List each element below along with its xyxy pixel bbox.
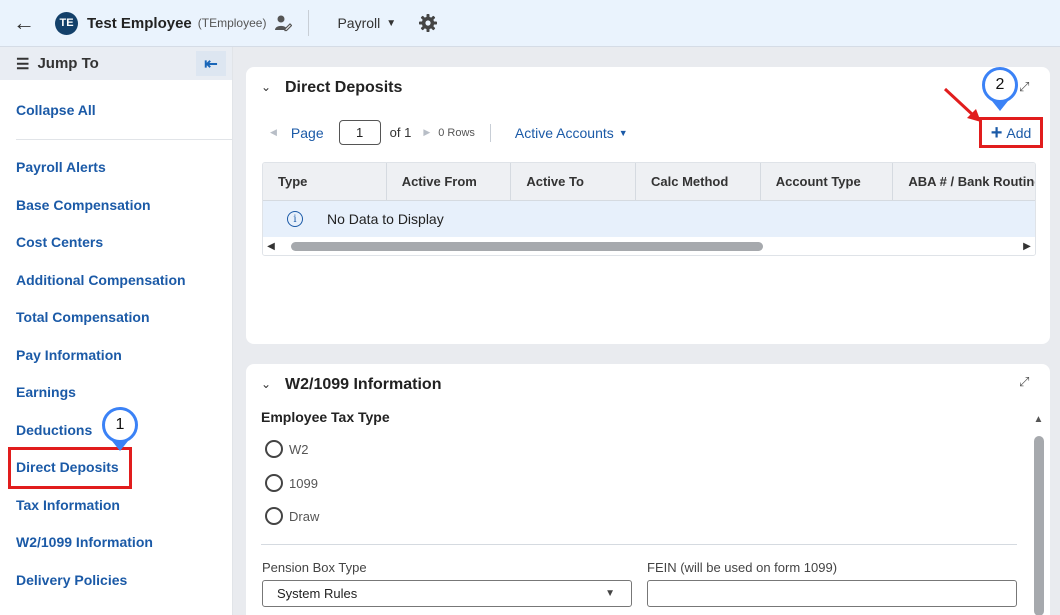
payroll-menu[interactable]: Payroll ▼ xyxy=(337,15,396,31)
payroll-menu-label: Payroll xyxy=(337,15,381,31)
scroll-up-icon[interactable]: ▲ xyxy=(1031,414,1046,425)
jump-to-label: Jump To xyxy=(37,55,99,72)
callout-pointer xyxy=(112,441,128,451)
sidebar-item-pay-information[interactable]: Pay Information xyxy=(16,347,122,363)
sidebar-item-additional-compensation[interactable]: Additional Compensation xyxy=(16,272,186,288)
radio-circle[interactable] xyxy=(265,507,283,525)
page-input[interactable]: 1 xyxy=(338,120,381,145)
fein-label: FEIN (will be used on form 1099) xyxy=(647,560,838,575)
pager-divider xyxy=(489,123,491,142)
w2-1099-card: ⌄ W2/1099 Information ⤢ Employee Tax Typ… xyxy=(246,364,1050,615)
w2-1099-title: W2/1099 Information xyxy=(285,376,442,393)
radio-draw[interactable]: Draw xyxy=(265,507,319,525)
expand-icon[interactable]: ⤢ xyxy=(1019,79,1029,95)
chevron-down-icon: ▼ xyxy=(386,17,397,29)
avatar[interactable]: TE xyxy=(55,11,78,35)
jump-to-header: ☰ Jump To ⇤ xyxy=(0,47,232,80)
info-icon: i xyxy=(287,211,303,227)
sidebar-item-w2-1099-information[interactable]: W2/1099 Information xyxy=(16,534,153,550)
callout-step-1: 1 xyxy=(102,407,138,443)
highlight-direct-deposits xyxy=(8,447,132,489)
column-header-aba-routing[interactable]: ABA # / Bank Routing xyxy=(893,163,1035,200)
sidebar-item-payroll-alerts[interactable]: Payroll Alerts xyxy=(16,159,106,175)
chevron-down-icon[interactable]: ⌄ xyxy=(261,377,271,391)
column-header-type[interactable]: Type xyxy=(263,163,387,200)
sidebar-divider xyxy=(16,139,232,140)
radio-label: 1099 xyxy=(289,475,318,491)
expand-icon[interactable]: ⤢ xyxy=(1019,374,1029,390)
radio-circle[interactable] xyxy=(265,440,283,458)
back-arrow-icon[interactable]: ← xyxy=(0,10,48,36)
column-header-active-from[interactable]: Active From xyxy=(387,163,512,200)
pension-box-type-value: System Rules xyxy=(277,586,358,601)
section-divider xyxy=(261,544,1017,545)
employee-username: (TEmployee) xyxy=(197,16,267,30)
active-accounts-filter[interactable]: Active Accounts ▼ xyxy=(515,125,628,141)
direct-deposits-title: Direct Deposits xyxy=(285,79,403,96)
radio-label: Draw xyxy=(289,508,320,524)
empty-row: i No Data to Display xyxy=(263,201,1035,237)
employee-tax-type-label: Employee Tax Type xyxy=(261,409,390,425)
user-edit-icon[interactable] xyxy=(274,14,293,32)
callout-pointer xyxy=(992,101,1008,111)
fein-input[interactable] xyxy=(647,580,1017,607)
collapse-all-link[interactable]: Collapse All xyxy=(16,102,96,118)
sidebar-item-deductions[interactable]: Deductions xyxy=(16,422,92,438)
scrollbar-thumb[interactable] xyxy=(1034,436,1044,615)
sidebar-item-delivery-policies[interactable]: Delivery Policies xyxy=(16,572,127,588)
column-header-account-type[interactable]: Account Type xyxy=(761,163,894,200)
radio-circle[interactable] xyxy=(265,474,283,492)
radio-label: W2 xyxy=(289,441,309,457)
radio-1099[interactable]: 1099 xyxy=(265,474,318,492)
radio-w2[interactable]: W2 xyxy=(265,440,309,458)
vertical-scrollbar[interactable]: ▲ xyxy=(1031,414,1046,615)
add-label: Add xyxy=(1006,124,1032,141)
sidebar-item-cost-centers[interactable]: Cost Centers xyxy=(16,234,103,250)
column-header-calc-method[interactable]: Calc Method xyxy=(636,163,761,200)
page-count: of 1 xyxy=(389,125,412,140)
sidebar-item-base-compensation[interactable]: Base Compensation xyxy=(16,197,151,213)
employee-name: Test Employee xyxy=(87,14,192,32)
top-bar: ← TE Test Employee (TEmployee) Payroll ▼ xyxy=(0,0,1060,47)
filter-label: Active Accounts xyxy=(514,124,614,141)
scrollbar-track[interactable] xyxy=(279,240,1019,252)
grid-header: Type Active From Active To Calc Method A… xyxy=(263,163,1035,201)
row-count: 0 Rows xyxy=(438,126,475,139)
sort-list-icon: ☰ xyxy=(16,55,30,73)
sidebar-item-tax-information[interactable]: Tax Information xyxy=(16,497,120,513)
scrollbar-thumb[interactable] xyxy=(291,242,763,251)
pension-box-type-label: Pension Box Type xyxy=(262,560,367,575)
chevron-down-icon: ▼ xyxy=(618,127,628,138)
header-divider xyxy=(308,10,310,36)
chevron-down-icon[interactable]: ⌄ xyxy=(261,80,271,94)
prev-page-icon[interactable]: ◀ xyxy=(270,127,277,138)
direct-deposits-card: ⌄ Direct Deposits ⤢ ◀ Page 1 of 1 ▶ 0 Ro… xyxy=(246,67,1050,344)
page-label: Page xyxy=(290,124,324,141)
horizontal-scrollbar[interactable]: ◀ ▶ xyxy=(263,237,1035,255)
sidebar: ☰ Jump To ⇤ Collapse All Payroll Alerts … xyxy=(0,47,233,615)
chevron-down-icon: ▼ xyxy=(605,588,615,599)
next-page-icon[interactable]: ▶ xyxy=(423,127,430,138)
column-header-active-to[interactable]: Active To xyxy=(511,163,637,200)
direct-deposits-grid: Type Active From Active To Calc Method A… xyxy=(262,162,1036,256)
pager: ◀ Page 1 of 1 ▶ 0 Rows Active Accounts ▼ xyxy=(270,120,628,145)
sidebar-item-earnings[interactable]: Earnings xyxy=(16,384,76,400)
collapse-sidebar-button[interactable]: ⇤ xyxy=(196,51,226,76)
gear-icon[interactable] xyxy=(418,13,438,33)
red-arrow-icon xyxy=(943,87,981,122)
sidebar-item-total-compensation[interactable]: Total Compensation xyxy=(16,309,150,325)
scroll-right-icon[interactable]: ▶ xyxy=(1019,241,1035,252)
plus-icon: + xyxy=(990,121,1003,144)
empty-message: No Data to Display xyxy=(327,211,444,227)
scroll-left-icon[interactable]: ◀ xyxy=(263,241,279,252)
pension-box-type-select[interactable]: System Rules ▼ xyxy=(262,580,632,607)
